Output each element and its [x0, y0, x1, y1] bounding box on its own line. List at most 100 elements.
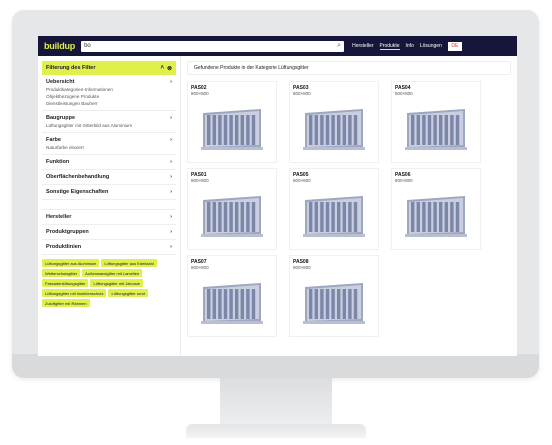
product-results: Gefundene Produkte in der Kategorie Lüft… [181, 56, 517, 356]
filter-section-sections2-0[interactable]: Hersteller › [42, 210, 176, 225]
filter-section-sections2-1[interactable]: Produktgruppen › [42, 225, 176, 240]
product-card[interactable]: PAS07 800×800 [187, 255, 277, 337]
product-size: 800×800 [293, 91, 311, 96]
filter-option[interactable]: Naturfarbe eloxiert [46, 145, 172, 151]
search-input[interactable]: bo ⌕ [81, 40, 345, 52]
filter-chip[interactable]: Zuluftgitter mit Rahmen [42, 299, 90, 307]
language-switch[interactable]: DE [447, 41, 462, 51]
ventilation-grille-image [303, 109, 365, 150]
monitor-stand-neck [220, 378, 332, 428]
search-icon[interactable]: ⌕ [337, 42, 341, 50]
section-label: Baugruppe [46, 115, 76, 121]
filter-section-sections2-2[interactable]: Produktlinien › [42, 240, 176, 255]
monitor-stand-base [186, 424, 366, 438]
main-nav: Hersteller Produkte Info Lösungen [352, 43, 442, 50]
chevron-icon[interactable]: › [170, 174, 172, 180]
filter-header[interactable]: Filterung des Filter ˄ ⊗ [42, 61, 176, 75]
chevron-up-icon[interactable]: ˄ [160, 65, 164, 72]
search-value: bo [84, 43, 91, 49]
chevron-icon[interactable]: › [170, 229, 172, 235]
filter-title: Filterung des Filter [46, 65, 96, 71]
chevron-icon[interactable]: › [170, 159, 172, 165]
product-card[interactable]: PAS06 800×800 [391, 168, 481, 250]
nav-item-solutions[interactable]: Lösungen [420, 43, 442, 49]
filter-chip[interactable]: Außenwandgitter mit Lamellen [82, 269, 143, 277]
result-summary: Gefundene Produkte in der Kategorie Lüft… [187, 61, 511, 75]
filter-chip[interactable]: Fassadenlüftungsgitter [42, 279, 89, 287]
ventilation-grille-image [201, 109, 263, 150]
filter-section-sections-4[interactable]: Oberflächenbehandlung › [42, 170, 176, 185]
product-grid: PAS02 800×800 PAS03 800×800 PAS04 800×80… [187, 81, 511, 337]
filter-section-group-2: Hersteller › Produktgruppen › Produktlinien › [42, 210, 176, 255]
filter-option[interactable]: Dienstleistungen Bauherr [46, 101, 172, 107]
filter-section-title[interactable]: Baugruppe › [46, 115, 172, 121]
filter-section-sections-5[interactable]: Sonstige Eigenschaften › [42, 185, 176, 200]
chevron-icon[interactable]: › [170, 244, 172, 250]
filter-chip[interactable]: Lüftungsgitter aus Aluminium [42, 259, 100, 267]
chevron-icon[interactable]: › [170, 137, 172, 143]
reset-icon[interactable]: ⊗ [167, 65, 172, 72]
product-card[interactable]: PAS05 800×800 [289, 168, 379, 250]
filter-option[interactable]: Objektbezogene Produkte [46, 94, 172, 100]
result-text: Gefundene Produkte in der Kategorie Lüft… [194, 65, 309, 71]
nav-item-manufacturers[interactable]: Hersteller [352, 43, 373, 49]
filter-sidebar: Filterung des Filter ˄ ⊗ Uebersicht › Produ… [38, 56, 181, 356]
product-size: 800×800 [293, 178, 311, 183]
monitor-screen: buildup bo ⌕ Hersteller Produkte Info Lö… [38, 36, 517, 356]
filter-section-sections-1[interactable]: Baugruppe › Lüftungsgitter mit Gitterbild … [42, 111, 176, 133]
product-card[interactable]: PAS01 800×800 [187, 168, 277, 250]
ventilation-grille-image [405, 196, 467, 237]
page-body: Filterung des Filter ˄ ⊗ Uebersicht › Produ… [38, 56, 517, 356]
top-navigation-bar: buildup bo ⌕ Hersteller Produkte Info Lö… [38, 36, 517, 56]
filter-section-sections-2[interactable]: Farbe › Naturfarbe eloxiert [42, 133, 176, 155]
section-label: Funktion [46, 159, 70, 165]
section-label: Sonstige Eigenschaften [46, 189, 109, 195]
monitor-frame: buildup bo ⌕ Hersteller Produkte Info Lö… [12, 10, 539, 378]
language-label: DE [451, 43, 459, 49]
filter-section-title[interactable]: Funktion › [46, 159, 172, 165]
product-size: 800×800 [191, 178, 209, 183]
chevron-icon[interactable]: › [170, 189, 172, 195]
product-card[interactable]: PAS04 800×800 [391, 81, 481, 163]
active-filter-chips: Lüftungsgitter aus Aluminium Lüftungsgitt… [42, 259, 176, 307]
section-label: Produktgruppen [46, 229, 89, 235]
brand-logo[interactable]: buildup [44, 41, 75, 51]
section-label: Farbe [46, 137, 61, 143]
product-card[interactable]: PAS08 800×800 [289, 255, 379, 337]
desktop-stage: buildup bo ⌕ Hersteller Produkte Info Lö… [0, 0, 552, 445]
section-label: Hersteller [46, 214, 72, 220]
filter-chip[interactable]: Lüftungsgitter mit Jalousie [90, 279, 143, 287]
ventilation-grille-image [303, 196, 365, 237]
chevron-icon[interactable]: › [170, 214, 172, 220]
filter-chip[interactable]: Wetterschutzgitter [42, 269, 81, 277]
section-label: Oberflächenbehandlung [46, 174, 110, 180]
filter-section-title[interactable]: Sonstige Eigenschaften › [46, 189, 172, 195]
filter-section-title[interactable]: Produktlinien › [46, 244, 172, 250]
ventilation-grille-image [303, 283, 365, 324]
filter-section-title[interactable]: Oberflächenbehandlung › [46, 174, 172, 180]
product-size: 800×800 [395, 178, 413, 183]
product-card[interactable]: PAS02 800×800 [187, 81, 277, 163]
nav-item-info[interactable]: Info [406, 43, 414, 49]
filter-chip[interactable]: Lüftungsgitter rund [108, 289, 148, 297]
ventilation-grille-image [201, 283, 263, 324]
product-card[interactable]: PAS03 800×800 [289, 81, 379, 163]
chevron-icon[interactable]: › [170, 79, 172, 85]
divider [42, 200, 176, 210]
nav-item-products[interactable]: Produkte [379, 43, 400, 50]
filter-chip[interactable]: Lüftungsgitter aus Edelstahl [101, 259, 157, 267]
section-label: Produktlinien [46, 244, 82, 250]
filter-chip[interactable]: Lüftungsgitter mit Insektenschutz [42, 289, 107, 297]
filter-section-sections-0[interactable]: Uebersicht › Produktkategorien-Information… [42, 75, 176, 111]
filter-section-title[interactable]: Uebersicht › [46, 79, 172, 85]
filter-section-title[interactable]: Produktgruppen › [46, 229, 172, 235]
filter-section-title[interactable]: Farbe › [46, 137, 172, 143]
chevron-icon[interactable]: › [170, 115, 172, 121]
ventilation-grille-image [201, 196, 263, 237]
filter-option[interactable]: Produktkategorien-Informationen [46, 87, 172, 93]
product-size: 800×800 [395, 91, 413, 96]
filter-section-title[interactable]: Hersteller › [46, 214, 172, 220]
filter-section-sections-3[interactable]: Funktion › [42, 155, 176, 170]
filter-option[interactable]: Lüftungsgitter mit Gitterbild aus Alumin… [46, 123, 172, 129]
product-size: 800×800 [191, 91, 209, 96]
